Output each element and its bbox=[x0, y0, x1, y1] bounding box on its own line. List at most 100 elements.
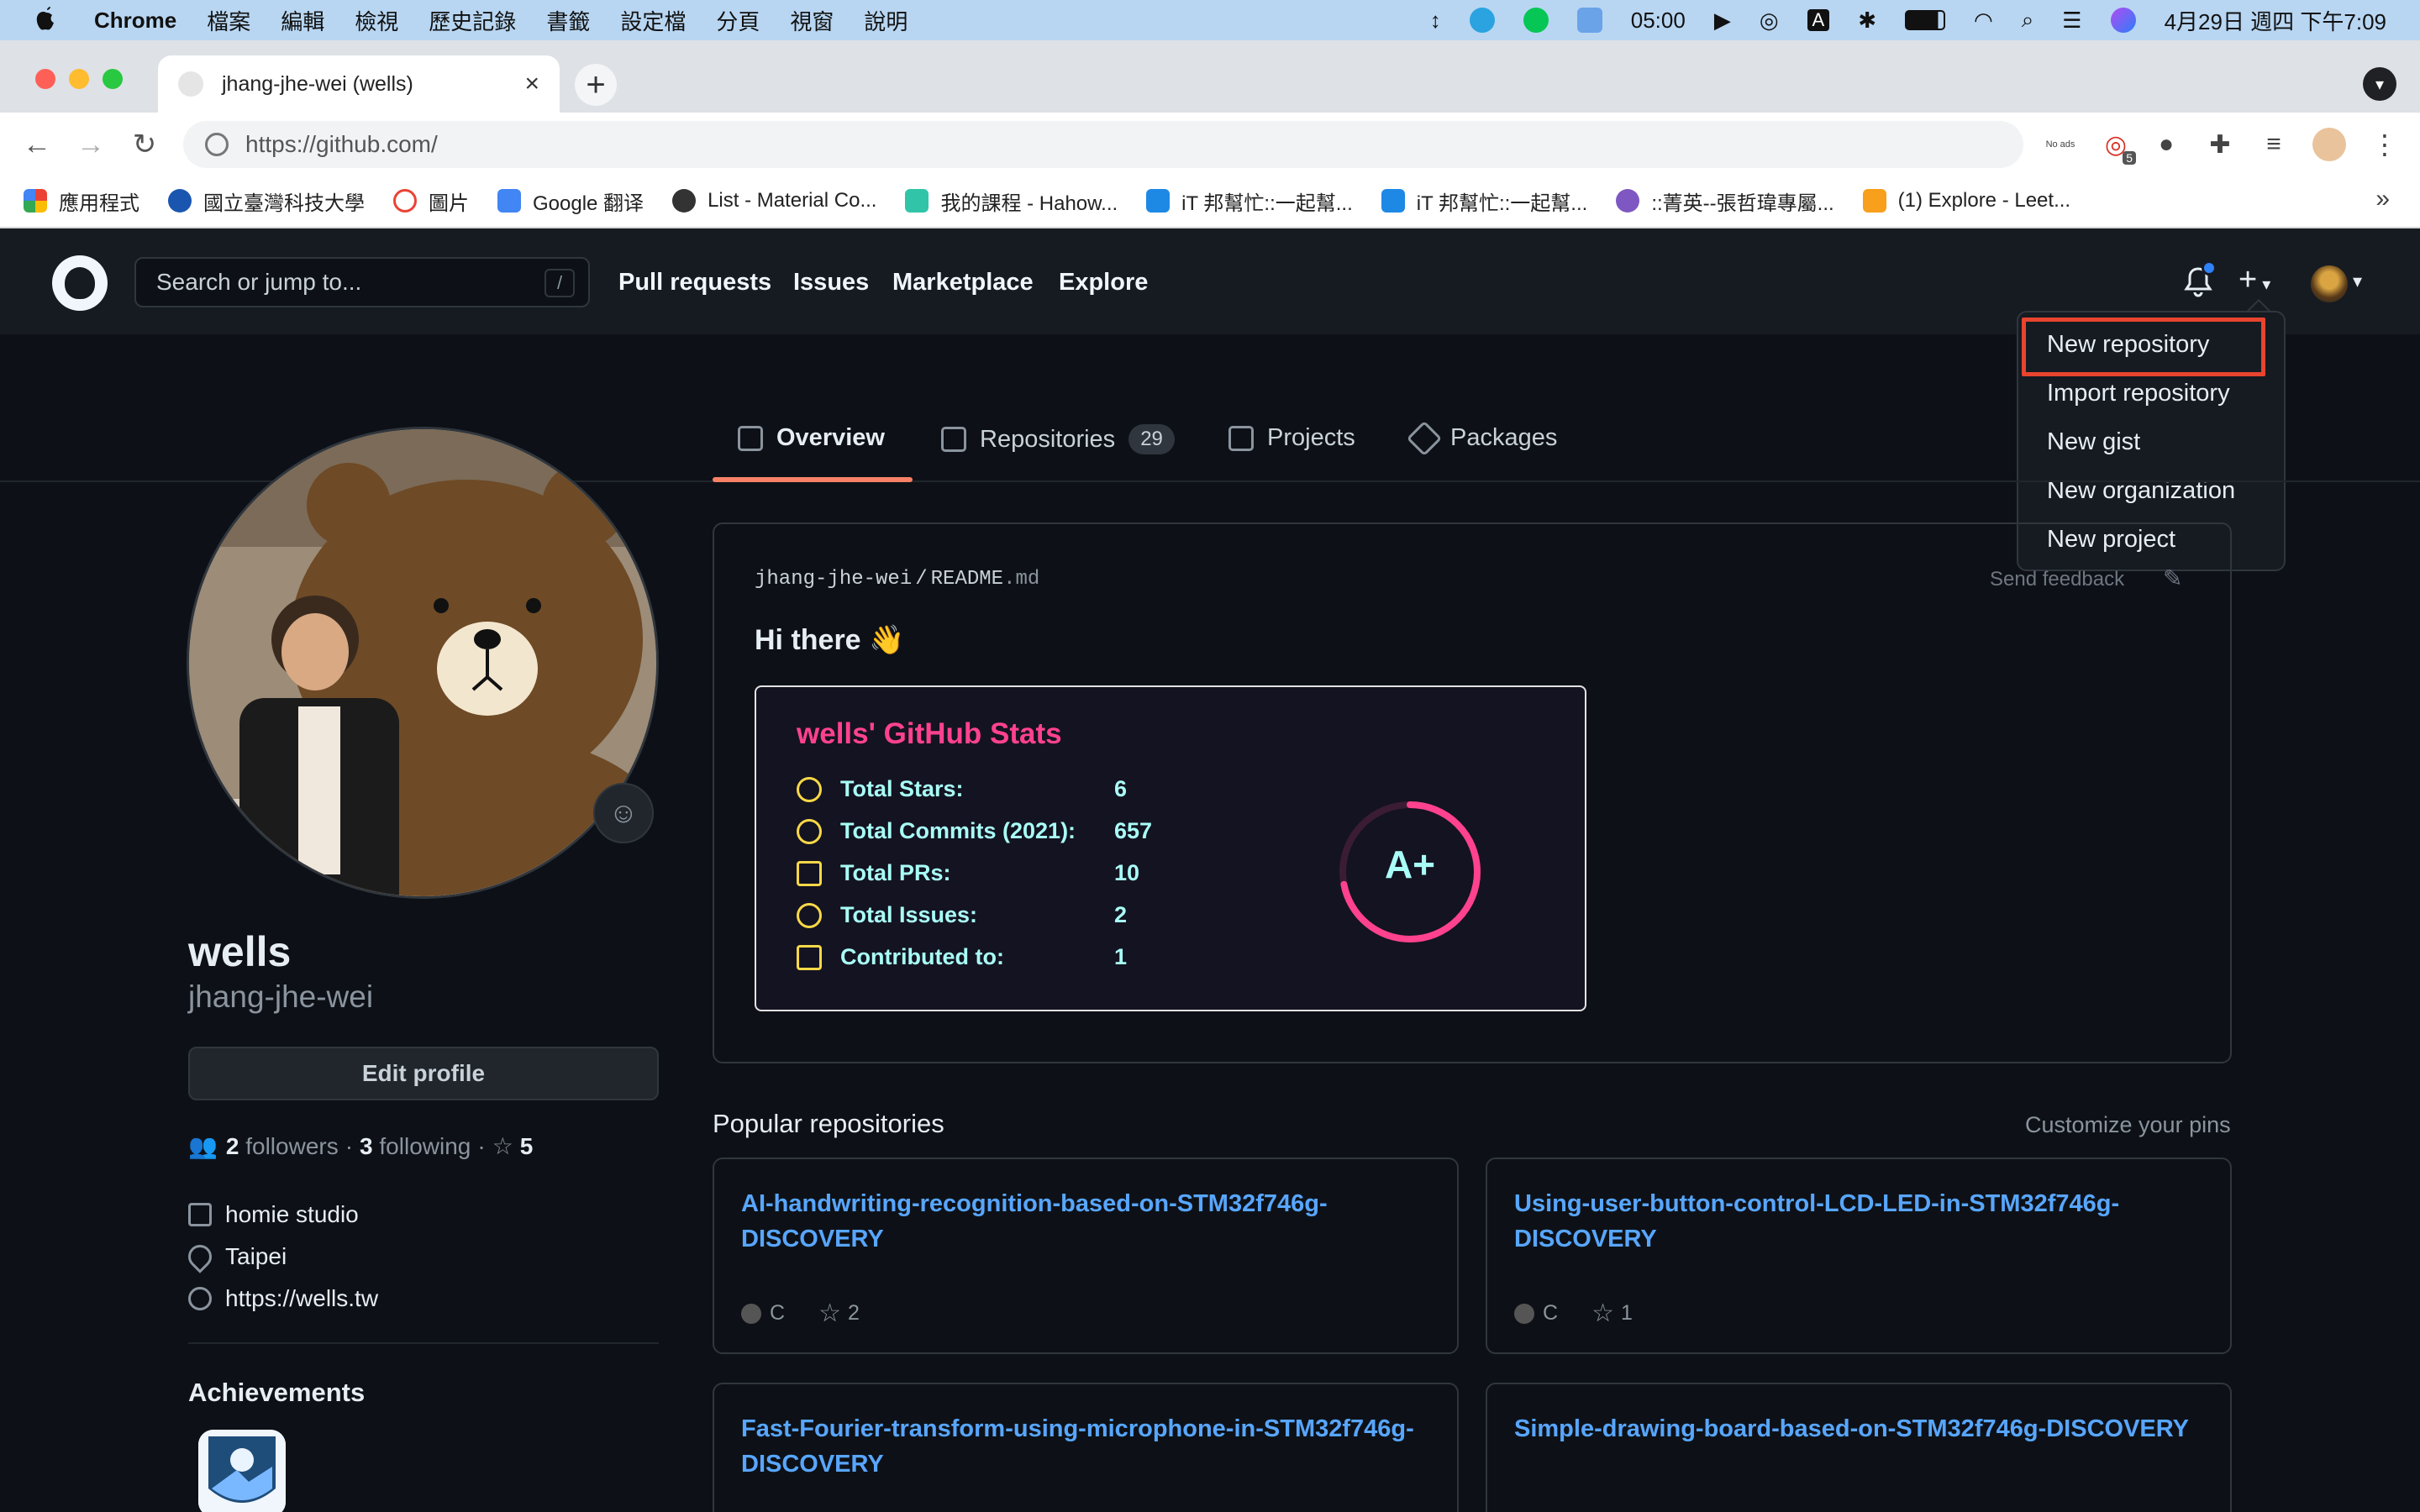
zoom-window-button[interactable] bbox=[103, 69, 123, 89]
close-window-button[interactable] bbox=[35, 69, 55, 89]
line-icon[interactable] bbox=[1523, 8, 1549, 33]
menu-history[interactable]: 歷史記錄 bbox=[429, 5, 516, 36]
battery-icon[interactable] bbox=[1905, 10, 1945, 30]
repo-link[interactable]: Using-user-button-control-LCD-LED-in-STM… bbox=[1514, 1186, 2220, 1257]
tab-overview[interactable]: Overview bbox=[738, 424, 885, 452]
bookmark-google-translate[interactable]: Google 翻译 bbox=[497, 186, 644, 216]
profile-avatar[interactable] bbox=[187, 427, 659, 899]
menu-import-repository[interactable]: Import repository bbox=[2047, 380, 2230, 407]
nav-issues[interactable]: Issues bbox=[793, 269, 869, 297]
menu-app-name[interactable]: Chrome bbox=[94, 8, 176, 34]
timer-readout[interactable]: 05:00 bbox=[1631, 8, 1686, 34]
bookmark-material[interactable]: List - Material Co... bbox=[672, 189, 876, 213]
profile-avatar-icon[interactable] bbox=[2312, 128, 2346, 161]
highlight-annotation-box bbox=[2022, 318, 2265, 376]
menu-edit[interactable]: 編輯 bbox=[281, 5, 324, 36]
repo-stars[interactable]: 1 bbox=[1621, 1301, 1633, 1326]
menu-tabs[interactable]: 分頁 bbox=[716, 5, 760, 36]
site-info-icon[interactable] bbox=[205, 133, 229, 156]
edit-profile-button[interactable]: Edit profile bbox=[188, 1047, 659, 1100]
menu-profiles[interactable]: 設定檔 bbox=[620, 5, 686, 36]
extensions-puzzle-icon[interactable]: ✚ bbox=[2203, 128, 2237, 161]
readme-user-link[interactable]: jhang-jhe-wei bbox=[755, 568, 912, 591]
location-text: Taipei bbox=[225, 1243, 287, 1269]
edit-pencil-icon[interactable]: ✎ bbox=[2163, 564, 2182, 592]
achievements-heading: Achievements bbox=[188, 1378, 366, 1407]
repo-link[interactable]: Fast-Fourier-transform-using-microphone-… bbox=[741, 1411, 1447, 1482]
repo-icon bbox=[797, 944, 822, 970]
website-link[interactable]: https://wells.tw bbox=[225, 1285, 378, 1312]
bookmark-elite[interactable]: ::菁英--張哲瑋專屬... bbox=[1616, 186, 1834, 216]
wifi-icon[interactable]: ◠ bbox=[1974, 8, 1993, 34]
scroll-arrows-icon[interactable]: ↕ bbox=[1430, 8, 1441, 34]
menu-bookmarks[interactable]: 書籤 bbox=[546, 5, 590, 36]
github-logo-icon[interactable] bbox=[52, 255, 108, 311]
menu-file[interactable]: 檔案 bbox=[207, 5, 250, 36]
bookmark-leetcode[interactable]: (1) Explore - Leet... bbox=[1862, 189, 2070, 213]
tab-projects[interactable]: Projects bbox=[1228, 424, 1355, 452]
bluetooth-icon[interactable]: ✱ bbox=[1858, 8, 1876, 34]
stat-row-contributed: Contributed to: bbox=[797, 944, 1004, 970]
customize-pins-link[interactable]: Customize your pins bbox=[2025, 1112, 2231, 1138]
bookmark-label: iT 邦幫忙::一起幫... bbox=[1181, 192, 1353, 215]
menu-new-gist[interactable]: New gist bbox=[2047, 428, 2140, 456]
readme-file-link[interactable]: README bbox=[931, 568, 1003, 591]
reading-list-icon[interactable]: ≡ bbox=[2257, 128, 2291, 161]
timer-app-icon[interactable] bbox=[1576, 8, 1602, 33]
tab-search-button[interactable]: ▾ bbox=[2363, 67, 2396, 101]
menu-view[interactable]: 檢視 bbox=[355, 5, 398, 36]
tab-packages[interactable]: Packages bbox=[1406, 420, 1557, 456]
more-bookmarks-icon[interactable]: » bbox=[2375, 185, 2390, 213]
nav-pull-requests[interactable]: Pull requests bbox=[618, 269, 771, 297]
followers-link[interactable]: 2 followers bbox=[226, 1133, 339, 1160]
spotlight-search-icon[interactable]: ⌕ bbox=[2022, 7, 2034, 34]
stars-count[interactable]: 5 bbox=[520, 1133, 534, 1160]
minimize-window-button[interactable] bbox=[69, 69, 89, 89]
nav-explore[interactable]: Explore bbox=[1059, 269, 1148, 297]
bookmark-hahow[interactable]: 我的課程 - Hahow... bbox=[905, 186, 1118, 216]
telegram-icon[interactable] bbox=[1469, 8, 1495, 33]
forward-button[interactable]: → bbox=[72, 126, 109, 163]
send-feedback-link[interactable]: Send feedback bbox=[1990, 568, 2124, 591]
bookmark-images[interactable]: 圖片 bbox=[393, 186, 469, 216]
back-button[interactable]: ← bbox=[18, 126, 55, 163]
followers-label: followers bbox=[245, 1132, 339, 1159]
nav-marketplace[interactable]: Marketplace bbox=[892, 269, 1034, 297]
control-center-icon[interactable]: ☰ bbox=[2062, 8, 2081, 34]
following-link[interactable]: 3 following bbox=[360, 1133, 471, 1160]
bookmark-ithome-2[interactable]: iT 邦幫忙::一起幫... bbox=[1381, 186, 1587, 216]
circles-extension-icon[interactable]: ● bbox=[2149, 128, 2183, 161]
bookmark-ithome-1[interactable]: iT 邦幫忙::一起幫... bbox=[1146, 186, 1353, 216]
play-icon[interactable]: ▶ bbox=[1714, 8, 1731, 34]
reload-button[interactable]: ↻ bbox=[126, 126, 163, 163]
airdrop-icon[interactable]: ◎ bbox=[1760, 8, 1779, 34]
menu-window[interactable]: 視窗 bbox=[790, 5, 834, 36]
user-avatar-menu[interactable] bbox=[2311, 265, 2348, 302]
repo-stars[interactable]: 2 bbox=[848, 1301, 860, 1326]
bookmark-ntust[interactable]: 國立臺灣科技大學 bbox=[168, 186, 365, 216]
siri-icon[interactable] bbox=[2110, 8, 2136, 33]
caret-down-icon[interactable]: ▾ bbox=[2353, 270, 2362, 292]
browser-tab-active[interactable]: jhang-jhe-wei (wells) × bbox=[158, 55, 560, 113]
no-ads-label: No ads bbox=[2045, 139, 2075, 150]
search-input[interactable]: Search or jump to... / bbox=[134, 257, 590, 307]
set-status-smiley-icon[interactable]: ☺ bbox=[593, 783, 654, 843]
target-extension-icon[interactable]: ◎ 5 bbox=[2099, 128, 2136, 165]
browser-menu-icon[interactable]: ⋮ bbox=[2368, 128, 2402, 161]
input-method-icon[interactable]: A bbox=[1807, 9, 1830, 31]
bookmark-apps[interactable]: 應用程式 bbox=[24, 186, 139, 216]
repo-link[interactable]: Simple-drawing-board-based-on-STM32f746g… bbox=[1514, 1411, 2220, 1446]
no-ads-extension-icon[interactable]: No ads bbox=[2044, 128, 2077, 161]
follow-stats: 👥 2 followers · 3 following · ☆ 5 bbox=[188, 1132, 533, 1160]
menu-clock[interactable]: 4月29日 週四 下午7:09 bbox=[2165, 5, 2386, 36]
profile-website[interactable]: https://wells.tw bbox=[188, 1285, 378, 1312]
repo-link[interactable]: AI-handwriting-recognition-based-on-STM3… bbox=[741, 1186, 1447, 1257]
menu-help[interactable]: 說明 bbox=[864, 5, 908, 36]
close-tab-icon[interactable]: × bbox=[524, 70, 539, 98]
apple-menu-icon[interactable] bbox=[34, 5, 64, 35]
achievement-badge-icon[interactable] bbox=[198, 1430, 286, 1512]
address-bar[interactable]: https://github.com/ bbox=[183, 121, 2023, 168]
create-new-dropdown-button[interactable]: + ▾ bbox=[2238, 262, 2270, 298]
new-tab-button[interactable]: + bbox=[575, 64, 617, 106]
tab-repositories[interactable]: Repositories 29 bbox=[941, 424, 1175, 454]
